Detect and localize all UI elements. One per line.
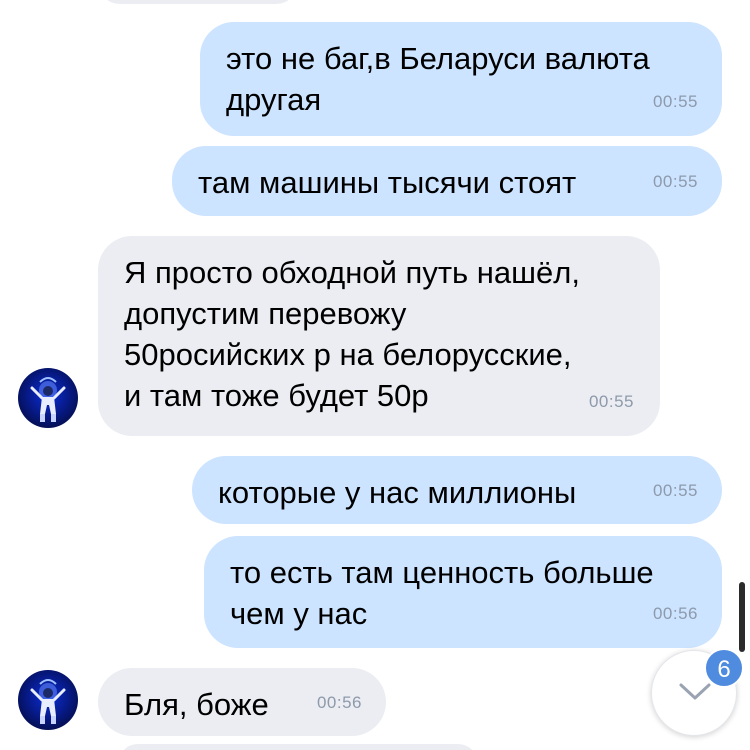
contact-avatar[interactable]: [18, 670, 78, 730]
message-bubble-outgoing[interactable]: которые у нас миллионы 00:55: [192, 456, 722, 524]
message-bubble-outgoing[interactable]: там машины тысячи стоят 00:55: [172, 146, 722, 216]
message-text: там машины тысячи стоят: [198, 165, 577, 200]
message-time: 00:55: [652, 172, 698, 191]
message-time: 00:55: [652, 92, 698, 111]
message-time: 00:56: [316, 693, 362, 712]
message-time: 00:55: [652, 481, 698, 500]
avatar-figure-icon: [30, 377, 66, 422]
message-time: 00:56: [652, 604, 698, 623]
message-bubble-incoming[interactable]: Бля, боже 00:56: [98, 668, 386, 736]
message-bubble-outgoing[interactable]: то есть там ценность больше чем у нас 00…: [204, 536, 722, 648]
message-text: которые у нас миллионы: [218, 475, 577, 510]
scrollbar-thumb[interactable]: [739, 582, 745, 652]
message-bubble-incoming[interactable]: Я просто обходной путь нашёл, допустим п…: [98, 236, 660, 436]
partial-message-bottom: [118, 744, 478, 750]
unread-count-badge: 6: [704, 648, 744, 688]
avatar-figure-icon: [30, 679, 66, 724]
message-text: это не баг,в Беларуси валюта другая: [226, 41, 650, 117]
contact-avatar[interactable]: [18, 368, 78, 428]
message-text: то есть там ценность больше чем у нас: [230, 555, 654, 631]
chevron-down-icon: [679, 683, 711, 700]
partial-message-top: [98, 0, 298, 4]
chat-view: это не баг,в Беларуси валюта другая 00:5…: [0, 0, 750, 750]
message-time: 00:55: [588, 392, 634, 411]
message-bubble-outgoing[interactable]: это не баг,в Беларуси валюта другая 00:5…: [200, 22, 722, 136]
message-text: Я просто обходной путь нашёл, допустим п…: [124, 255, 580, 413]
